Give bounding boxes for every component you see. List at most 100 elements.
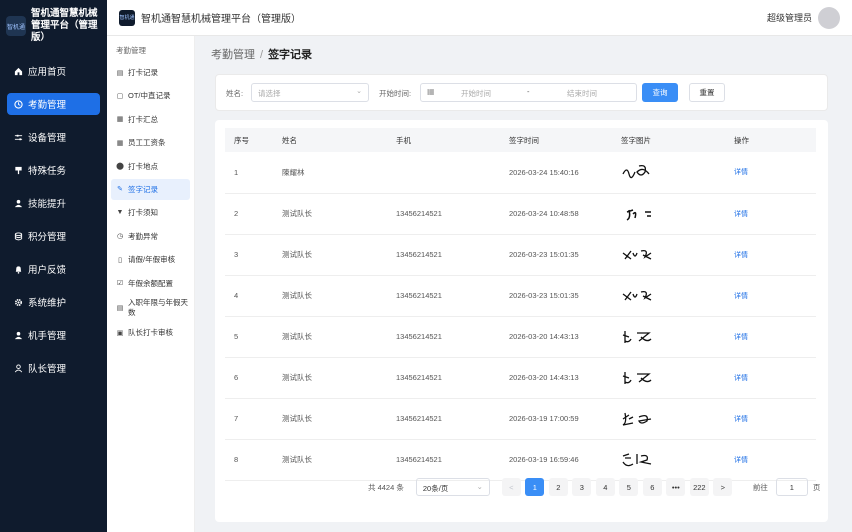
signature-image[interactable] <box>612 357 725 399</box>
submenu-item-signature-records[interactable]: ✎ 签字记录 <box>111 178 190 200</box>
signature-image[interactable] <box>612 193 725 235</box>
page-size-select[interactable]: 20条/页 ⌄ <box>415 478 490 496</box>
details-link[interactable]: 详情 <box>725 275 816 317</box>
table-row: 5 测试队长 13456214521 2026-03-20 14:43:13 详… <box>225 316 816 358</box>
goto-page-input[interactable]: 1 <box>775 478 808 496</box>
details-link[interactable]: 详情 <box>725 439 816 481</box>
name-select-placeholder: 请选择 <box>258 89 281 98</box>
sidebar-item-attendance[interactable]: 考勤管理 <box>7 93 100 115</box>
cell-time: 2026-03-19 17:00:59 <box>500 398 612 440</box>
submenu-item-leave-review[interactable]: ▯ 请假/年假审核 <box>111 249 190 270</box>
sidebar-item-system[interactable]: 系统维护 <box>7 291 100 313</box>
details-link[interactable]: 详情 <box>725 398 816 440</box>
submenu-item-leave-balance[interactable]: ☑ 年假余额配置 <box>111 273 190 294</box>
cell-name: 测试队长 <box>273 439 387 481</box>
gear-icon <box>13 297 23 307</box>
sidebar-item-skill[interactable]: 技能提升 <box>7 192 100 214</box>
location-icon: ⬤ <box>116 163 124 171</box>
user-icon <box>13 330 23 340</box>
start-time-input[interactable]: 开始时间 <box>461 88 491 99</box>
submenu-item-label: 队长打卡审核 <box>128 328 173 338</box>
search-button[interactable]: 查询 <box>642 83 678 102</box>
page-button-4[interactable]: 4 <box>595 478 615 496</box>
avatar[interactable] <box>818 7 840 29</box>
chevron-down-icon: ⌄ <box>476 482 483 491</box>
top-bar: 智机通 智机通智慧机械管理平台（管理版） 超级管理员 <box>107 0 852 36</box>
cell-no: 1 <box>225 152 273 194</box>
details-link[interactable]: 详情 <box>725 357 816 399</box>
page-button-1[interactable]: 1 <box>525 478 545 496</box>
brand-logo: 智机通 <box>6 16 26 36</box>
signature-image[interactable] <box>612 439 725 481</box>
table-header-row: 序号 姓名 手机 签字时间 签字图片 操作 <box>225 128 816 152</box>
sidebar-item-special-task[interactable]: 特殊任务 <box>7 159 100 181</box>
submenu-item-label: 打卡记录 <box>128 68 158 77</box>
next-page-button[interactable]: > <box>713 478 733 496</box>
goto-page: 前往 1 页 <box>753 478 820 496</box>
submenu-item-clock-location[interactable]: ⬤ 打卡地点 <box>111 156 190 177</box>
table-row: 8 测试队长 13456214521 2026-03-19 16:59:46 详… <box>225 439 816 481</box>
date-range-picker[interactable]: ▦ 开始时间 - 结束时间 <box>420 83 637 102</box>
brand: 智机通 智机通智慧机械 管理平台（管理版） <box>0 0 107 52</box>
cell-name: 测试队长 <box>273 275 387 317</box>
sidebar-item-label: 考勤管理 <box>28 100 67 111</box>
page-button-last[interactable]: 222 <box>689 478 709 496</box>
cell-phone <box>387 152 500 194</box>
signature-image[interactable] <box>612 275 725 317</box>
details-link[interactable]: 详情 <box>725 152 816 194</box>
submenu-item-tenure-leave[interactable]: ▤ 入职年限与年假天数 <box>111 296 190 320</box>
document-icon: ▯ <box>118 256 122 264</box>
page-button-2[interactable]: 2 <box>548 478 568 496</box>
sidebar-item-label: 用户反馈 <box>28 265 67 276</box>
sidebar-nav: 应用首页 考勤管理 设备管理 特殊任务 技能提升 积分管理 用户反馈 系统维护 <box>0 60 107 379</box>
sidebar-item-home[interactable]: 应用首页 <box>7 60 100 82</box>
sidebar-item-equipment[interactable]: 设备管理 <box>7 126 100 148</box>
submenu-item-clock-summary[interactable]: ▦ 打卡汇总 <box>111 109 190 130</box>
sidebar-item-operators[interactable]: 机手管理 <box>7 324 100 346</box>
signature-image[interactable] <box>612 152 725 194</box>
table-row: 7 测试队长 13456214521 2026-03-19 17:00:59 详… <box>225 398 816 440</box>
submenu-item-label: 打卡汇总 <box>128 114 158 124</box>
submenu-item-payslip[interactable]: ▦ 员工工资条 <box>111 132 190 153</box>
submenu-item-ot-records[interactable]: ▢ OT/中直记录 <box>111 85 190 106</box>
page-button-3[interactable]: 3 <box>572 478 592 496</box>
submenu-item-captain-review[interactable]: ▣ 队长打卡审核 <box>111 322 190 343</box>
cell-phone: 13456214521 <box>387 275 500 317</box>
cell-phone: 13456214521 <box>387 398 500 440</box>
user-name[interactable]: 超级管理员 <box>767 11 812 24</box>
cell-no: 7 <box>225 398 273 440</box>
page-title: 签字记录 <box>268 49 313 61</box>
details-link[interactable]: 详情 <box>725 316 816 358</box>
flag-icon <box>13 165 23 175</box>
signature-image[interactable] <box>612 316 725 358</box>
sidebar-item-feedback[interactable]: 用户反馈 <box>7 258 100 280</box>
name-label: 姓名: <box>226 89 244 98</box>
cell-name: 测试队长 <box>273 193 387 235</box>
main-content: 考勤管理 / 签字记录 姓名: 请选择 ⌄ 开始时间: ▦ 开始时间 - 结束时间 … <box>195 36 852 532</box>
home-icon <box>13 66 23 76</box>
details-link[interactable]: 详情 <box>725 234 816 276</box>
page-button-5[interactable]: 5 <box>619 478 639 496</box>
sidebar-item-points[interactable]: 积分管理 <box>7 225 100 247</box>
cell-time: 2026-03-24 15:40:16 <box>500 152 612 194</box>
breadcrumb-parent[interactable]: 考勤管理 <box>211 49 255 61</box>
submenu-item-clock-notice[interactable]: ▼ 打卡须知 <box>111 202 190 223</box>
signature-image[interactable] <box>612 398 725 440</box>
submenu-item-label: 考勤异常 <box>128 231 158 241</box>
submenu-item-clock-records[interactable]: ▤ 打卡记录 <box>111 62 190 83</box>
sidebar-item-captains[interactable]: 队长管理 <box>7 357 100 379</box>
sidebar-item-label: 队长管理 <box>28 364 67 375</box>
reset-button[interactable]: 重置 <box>689 83 725 102</box>
end-time-input[interactable]: 结束时间 <box>567 88 597 99</box>
main-sidebar: 智机通 智机通智慧机械 管理平台（管理版） 应用首页 考勤管理 设备管理 特殊任… <box>0 0 107 532</box>
page-button-6[interactable]: 6 <box>642 478 662 496</box>
details-link[interactable]: 详情 <box>725 193 816 235</box>
signature-image[interactable] <box>612 234 725 276</box>
breadcrumb: 考勤管理 / 签字记录 <box>211 46 312 62</box>
more-pages-button[interactable]: ••• <box>666 478 686 496</box>
submenu-item-attendance-exceptions[interactable]: ◷ 考勤异常 <box>111 226 190 247</box>
table-row: 4 测试队长 13456214521 2026-03-23 15:01:35 详… <box>225 275 816 317</box>
calendar-icon: ▦ <box>427 87 435 96</box>
prev-page-button[interactable]: < <box>501 478 521 496</box>
name-select[interactable]: 请选择 ⌄ <box>251 83 369 102</box>
